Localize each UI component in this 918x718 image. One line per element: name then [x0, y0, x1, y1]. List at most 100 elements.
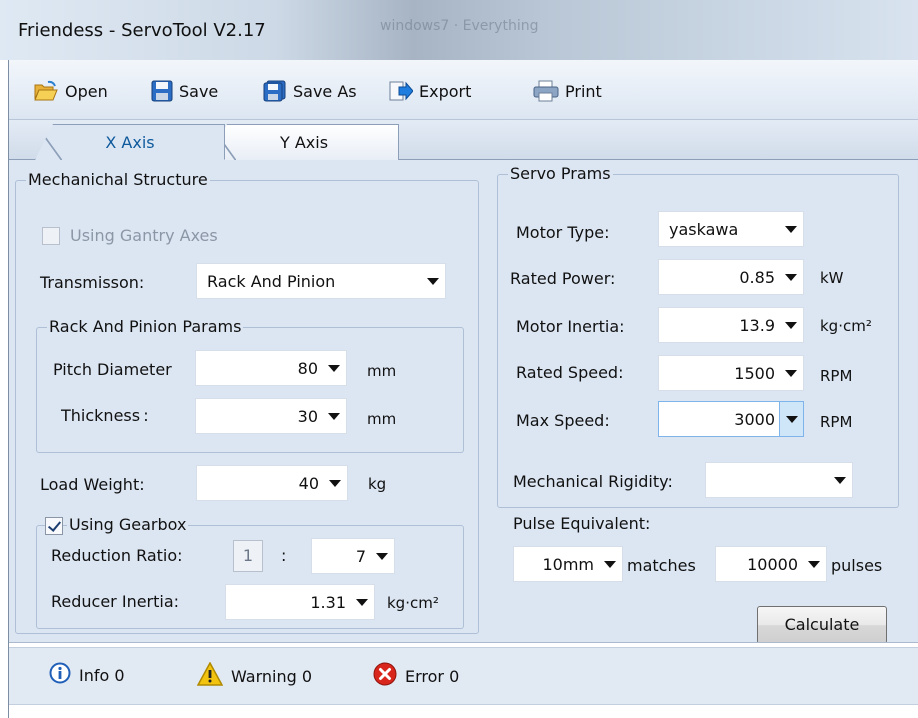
max-speed-input[interactable]: 3000: [658, 401, 804, 437]
chevron-down-icon[interactable]: [779, 308, 803, 342]
thickness-label: Thickness :: [61, 406, 149, 425]
max-speed-unit: RPM: [820, 413, 853, 431]
chevron-down-icon[interactable]: [598, 547, 622, 581]
warning-status[interactable]: Warning 0: [196, 661, 313, 690]
background-window-title: windows7 · Everything: [380, 18, 539, 34]
error-icon: [373, 662, 397, 690]
thickness-input[interactable]: 30: [195, 398, 347, 434]
folder-open-icon: [33, 80, 59, 102]
transmission-value: Rack And Pinion: [207, 272, 336, 291]
matches-label: matches: [627, 556, 696, 575]
save-button[interactable]: Save: [151, 78, 218, 104]
rated-power-label: Rated Power:: [510, 269, 616, 288]
motor-type-label: Motor Type:: [516, 223, 610, 242]
info-icon: [49, 662, 71, 688]
mechanical-structure-group: Mechanichal Structure Using Gantry Axes …: [15, 170, 479, 634]
chevron-down-icon[interactable]: [421, 264, 445, 298]
rated-speed-input[interactable]: 1500: [658, 355, 804, 391]
rated-speed-value: 1500: [734, 364, 775, 383]
status-bar: Info 0 Warning 0 Error 0: [9, 642, 918, 718]
export-label: Export: [419, 81, 472, 101]
tab-x-axis[interactable]: X Axis: [35, 124, 225, 160]
pitch-diameter-unit: mm: [367, 362, 397, 380]
rack-pinion-params-group: Rack And Pinion Params Pitch Diameter 80…: [36, 317, 464, 453]
window-title: Friendess - ServoTool V2.17: [18, 20, 266, 41]
load-weight-unit: kg: [368, 475, 387, 493]
gearbox-checkbox[interactable]: [45, 517, 63, 535]
rack-pinion-params-title: Rack And Pinion Params: [47, 317, 244, 336]
save-as-icon: [263, 80, 287, 102]
motor-inertia-label: Motor Inertia:: [516, 317, 625, 336]
reducer-inertia-input[interactable]: 1.31: [225, 584, 375, 620]
print-button[interactable]: Print: [533, 78, 602, 104]
pulse-equivalent-label: Pulse Equivalent:: [513, 514, 651, 533]
motor-inertia-input[interactable]: 13.9: [658, 307, 804, 343]
chevron-down-icon[interactable]: [323, 466, 347, 500]
pulses-label: pulses: [831, 556, 883, 575]
motor-inertia-unit: kg·cm²: [820, 317, 872, 335]
chevron-down-icon[interactable]: [779, 402, 803, 436]
servo-params-title: Servo Prams: [508, 164, 613, 183]
chevron-down-icon[interactable]: [828, 463, 852, 497]
reducer-inertia-unit: kg·cm²: [387, 594, 439, 612]
rated-speed-unit: RPM: [820, 367, 853, 385]
chevron-down-icon[interactable]: [779, 356, 803, 390]
title-bar: windows7 · Everything Friendess - ServoT…: [0, 0, 918, 60]
warning-count: Warning 0: [231, 666, 313, 686]
transmission-select[interactable]: Rack And Pinion: [196, 263, 446, 299]
thickness-value: 30: [297, 407, 318, 426]
gantry-axes-checkbox[interactable]: [42, 227, 60, 245]
rated-speed-label: Rated Speed:: [516, 363, 624, 382]
export-button[interactable]: Export: [389, 78, 471, 104]
pulse-count-value: 10000: [747, 555, 798, 574]
open-label: Open: [65, 81, 108, 101]
tab-y-axis[interactable]: Y Axis: [209, 124, 399, 160]
export-icon: [389, 80, 413, 102]
warning-icon: [196, 661, 224, 690]
chevron-down-icon[interactable]: [370, 539, 394, 573]
mechanical-structure-title: Mechanichal Structure: [26, 170, 210, 189]
chevron-down-icon[interactable]: [779, 212, 803, 246]
load-weight-label: Load Weight:: [40, 475, 145, 494]
motor-inertia-value: 13.9: [739, 316, 775, 335]
pitch-diameter-input[interactable]: 80: [195, 350, 347, 386]
chevron-down-icon[interactable]: [779, 260, 803, 294]
pulse-mm-input[interactable]: 10mm: [513, 546, 623, 582]
pitch-diameter-value: 80: [297, 359, 318, 378]
status-panel: Info 0 Warning 0 Error 0: [9, 647, 918, 705]
error-count: Error 0: [405, 666, 460, 686]
reduction-ratio-colon: :: [281, 546, 287, 565]
load-weight-input[interactable]: 40: [196, 465, 348, 501]
print-label: Print: [565, 81, 602, 101]
chevron-down-icon[interactable]: [322, 351, 346, 385]
gantry-axes-label: Using Gantry Axes: [70, 226, 218, 245]
info-status[interactable]: Info 0: [49, 662, 125, 688]
max-speed-value: 3000: [734, 410, 775, 429]
info-count: Info 0: [79, 665, 125, 685]
printer-icon: [533, 80, 559, 102]
reduction-ratio-left-input: 1: [233, 540, 263, 572]
servo-params-group: Servo Prams Motor Type: yaskawa Rated Po…: [497, 164, 899, 508]
calculate-button[interactable]: Calculate: [757, 606, 887, 644]
motor-type-select[interactable]: yaskawa: [658, 211, 804, 247]
chevron-down-icon[interactable]: [802, 547, 826, 581]
save-as-label: Save As: [293, 81, 357, 101]
chevron-down-icon[interactable]: [350, 585, 374, 619]
chevron-down-icon[interactable]: [322, 399, 346, 433]
reduction-ratio-label: Reduction Ratio:: [51, 546, 183, 565]
reducer-inertia-value: 1.31: [310, 593, 346, 612]
gearbox-group: Using Gearbox Reduction Ratio: 1 : 7 Red…: [36, 515, 464, 629]
max-speed-label: Max Speed:: [516, 411, 610, 430]
open-button[interactable]: Open: [33, 78, 108, 104]
toolbar: Open Save Save As Export Print: [9, 60, 918, 120]
error-status[interactable]: Error 0: [373, 662, 459, 690]
mechanical-rigidity-select[interactable]: [705, 462, 853, 498]
pulse-count-input[interactable]: 10000: [715, 546, 827, 582]
floppy-disk-icon: [151, 80, 173, 102]
save-as-button[interactable]: Save As: [263, 78, 357, 104]
rated-power-input[interactable]: 0.85: [658, 259, 804, 295]
mechanical-rigidity-label: Mechanical Rigidity:: [513, 472, 673, 491]
load-weight-value: 40: [298, 474, 319, 493]
reduction-ratio-right-input[interactable]: 7: [311, 538, 395, 574]
save-label: Save: [179, 81, 219, 101]
